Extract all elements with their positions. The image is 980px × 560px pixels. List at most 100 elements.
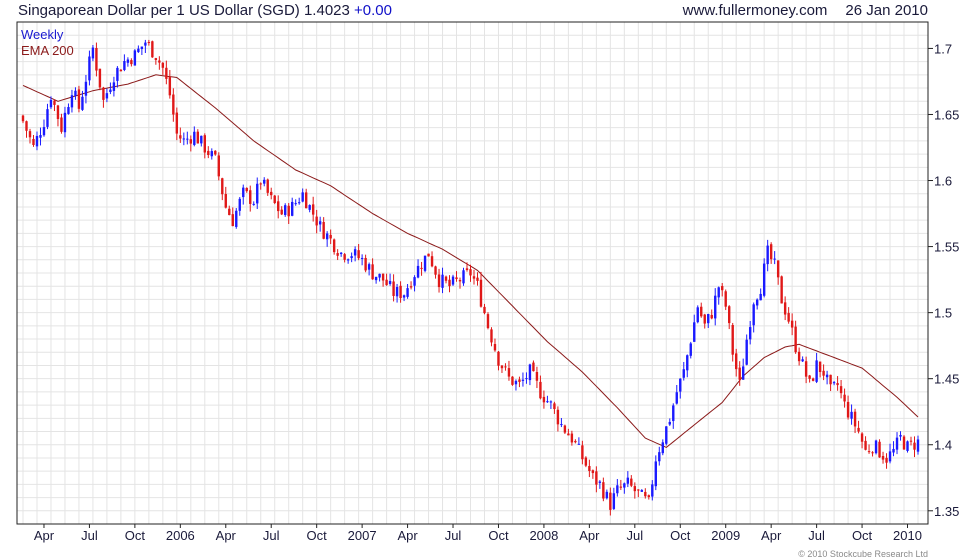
- candle-body: [336, 253, 339, 256]
- candle-body: [916, 439, 920, 452]
- candle-body: [647, 495, 651, 498]
- candle-body: [388, 281, 392, 284]
- candle-body: [77, 89, 81, 109]
- candle-body: [53, 100, 56, 105]
- y-axis: 1.35 1.4 1.45 1.5 1.55 1.6 1.65 1.7: [928, 41, 959, 519]
- candle-body: [200, 135, 203, 144]
- candle-body: [906, 441, 909, 451]
- candle-body: [357, 250, 360, 259]
- candle-body: [304, 192, 308, 209]
- candle-body: [724, 291, 727, 307]
- candle-body: [353, 249, 357, 256]
- candle-body: [493, 343, 497, 351]
- candle-body: [277, 201, 280, 212]
- candle-body: [700, 306, 703, 317]
- y-tick-label: 1.6: [934, 174, 952, 189]
- candle-body: [867, 451, 871, 453]
- candle-body: [759, 293, 762, 301]
- candle-body: [133, 50, 137, 66]
- candle-body: [745, 339, 748, 365]
- y-tick-label: 1.45: [934, 372, 959, 387]
- candle-body: [280, 209, 283, 215]
- candle-body: [591, 470, 595, 474]
- candle-body: [437, 274, 441, 288]
- candle-body: [528, 364, 532, 381]
- candle-body: [605, 491, 609, 499]
- candle-body: [399, 285, 402, 299]
- candle-body: [21, 115, 25, 122]
- candle-body: [752, 304, 755, 326]
- candle-body: [256, 183, 259, 204]
- candle-body: [102, 87, 105, 100]
- candle-body: [567, 433, 570, 436]
- candle-body: [161, 62, 165, 68]
- candle-body: [871, 452, 874, 454]
- candle-body: [84, 81, 88, 96]
- y-tick-label: 1.7: [934, 41, 952, 56]
- candle-body: [476, 277, 479, 281]
- candle-body: [560, 424, 563, 426]
- candle-body: [633, 486, 637, 492]
- candle-body: [360, 257, 364, 259]
- candle-body: [651, 484, 654, 497]
- candle-body: [773, 258, 776, 260]
- candle-body: [902, 436, 906, 450]
- x-tick-label: Jul: [263, 528, 280, 543]
- candle-body: [371, 264, 374, 280]
- candle-body: [284, 205, 287, 215]
- candle-body: [570, 433, 574, 443]
- candle-body: [346, 259, 350, 261]
- candle-body: [423, 255, 427, 271]
- copyright-credit: © 2010 Stockcube Research Ltd: [798, 549, 928, 559]
- candle-body: [105, 93, 109, 99]
- candle-body: [602, 482, 605, 499]
- candle-body: [539, 381, 542, 399]
- candle-body: [913, 442, 916, 450]
- candle-body: [175, 112, 179, 134]
- candle-body: [297, 202, 301, 204]
- candle-body: [808, 375, 811, 379]
- candle-body: [766, 245, 769, 265]
- candle-body: [311, 204, 315, 215]
- x-tick-label: Oct: [307, 528, 328, 543]
- candle-body: [612, 493, 616, 509]
- candle-body: [797, 351, 801, 362]
- candle-body: [731, 325, 734, 355]
- candle-body: [532, 362, 535, 372]
- candle-body: [626, 477, 630, 484]
- candle-body: [186, 138, 189, 140]
- candle-body: [39, 135, 42, 138]
- candle-body: [25, 121, 28, 131]
- candle-body: [144, 42, 147, 46]
- candle-body: [598, 481, 602, 483]
- candle-body: [322, 221, 325, 239]
- x-tick-label: Apr: [761, 528, 782, 543]
- candle-body: [469, 269, 472, 276]
- x-tick-label: Jul: [445, 528, 462, 543]
- candle-body: [28, 131, 32, 138]
- candle-body: [70, 95, 74, 108]
- candle-body: [728, 306, 731, 324]
- candle-body: [462, 270, 465, 284]
- candle-body: [273, 195, 276, 203]
- candle-body: [193, 131, 196, 145]
- candle-body: [818, 361, 822, 373]
- candle-body: [486, 314, 490, 329]
- candle-body: [343, 254, 346, 260]
- y-tick-label: 1.55: [934, 240, 959, 255]
- candle-body: [675, 392, 678, 404]
- candle-body: [595, 471, 598, 485]
- candle-body: [266, 179, 269, 193]
- candle-body: [616, 485, 619, 494]
- candle-body: [249, 190, 252, 204]
- candle-body: [385, 279, 388, 286]
- candle-body: [686, 355, 689, 371]
- candle-body: [231, 214, 234, 227]
- x-tick-label: Oct: [125, 528, 146, 543]
- candle-body: [374, 276, 378, 281]
- candle-body: [245, 187, 248, 192]
- candle-body: [860, 433, 864, 442]
- candle-body: [451, 276, 455, 285]
- candle-body: [189, 139, 193, 144]
- candle-body: [318, 221, 322, 225]
